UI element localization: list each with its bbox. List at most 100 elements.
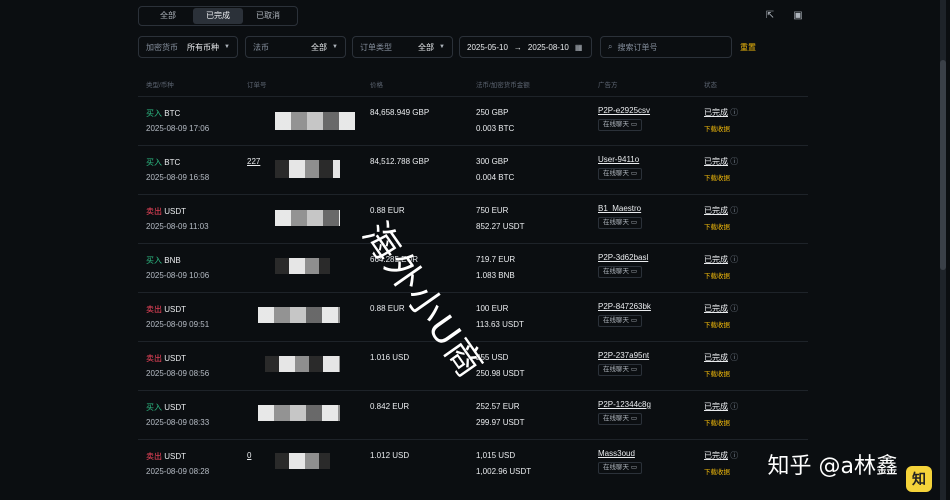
order-time: 2025-08-09 16:58 [146,173,210,182]
order-time: 2025-08-09 17:06 [146,124,210,133]
order-side: 买入 [146,256,162,265]
order-type-filter-label: 订单类型 [360,42,392,52]
chat-icon: ▭ [630,415,637,422]
chat-label: 在线聊天 [603,170,629,177]
settings-doc-icon[interactable]: ▣ [791,9,805,23]
chat-icon: ▭ [630,366,637,373]
order-time: 2025-08-09 09:51 [146,320,210,329]
order-price: 0.842 EUR [370,402,410,411]
crypto-amount: 299.97 USDT [476,418,525,427]
redaction [258,405,340,421]
counterparty: P2P-847263bk 在线聊天 ▭ [598,302,651,327]
order-price: 84,512.788 GBP [370,157,430,166]
status-link[interactable]: 已完成 [704,451,728,460]
chevron-down-icon: ▼ [332,44,338,50]
order-status: 已完成 ⓘ 下载收据 [704,156,738,182]
order-number[interactable]: 227 [247,157,260,166]
status-link[interactable]: 已完成 [704,353,728,362]
chat-button[interactable]: 在线聊天 ▭ [598,364,642,376]
order-status: 已完成 ⓘ 下载收据 [704,254,738,280]
counterparty-link[interactable]: P2P-12344c8g [598,400,651,409]
chat-button[interactable]: 在线聊天 ▭ [598,266,642,278]
download-receipt-link[interactable]: 下载收据 [704,172,738,182]
counterparty-link[interactable]: User-9411o [598,155,639,164]
date-range-filter[interactable]: 2025-05-10 → 2025-08-10 ▦ [459,36,592,58]
tab-cancelled[interactable]: 已取消 [243,8,293,24]
order-side: 卖出 [146,354,162,363]
order-coin: USDT [164,452,187,461]
download-receipt-link[interactable]: 下载收据 [704,319,738,329]
chat-button[interactable]: 在线聊天 ▭ [598,315,642,327]
info-icon[interactable]: ⓘ [730,304,738,313]
chat-icon: ▭ [630,219,637,226]
redaction [275,210,340,226]
fiat-amount: 100 EUR [476,304,509,313]
counterparty-link[interactable]: P2P-237a95nt [598,351,649,360]
info-icon[interactable]: ⓘ [730,206,738,215]
status-tabs: 全部 已完成 已取消 [138,6,298,26]
chat-label: 在线聊天 [603,121,629,128]
status-link[interactable]: 已完成 [704,108,728,117]
chat-button[interactable]: 在线聊天 ▭ [598,413,642,425]
status-link[interactable]: 已完成 [704,255,728,264]
info-icon[interactable]: ⓘ [730,255,738,264]
order-price: 1.012 USD [370,451,410,460]
fiat-amount: 719.7 EUR [476,255,516,264]
chat-label: 在线聊天 [603,415,629,422]
order-type-filter[interactable]: 订单类型 全部 ▼ [352,36,453,58]
order-status: 已完成 ⓘ 下载收据 [704,401,738,427]
chat-icon: ▭ [630,268,637,275]
status-link[interactable]: 已完成 [704,157,728,166]
table-row: 卖出 USDT 2025-08-09 11:03 0.88 EUR 750 EU… [138,194,808,243]
counterparty: P2P-3d62basl 在线聊天 ▭ [598,253,648,278]
download-receipt-link[interactable]: 下载收据 [704,270,738,280]
download-receipt-link[interactable]: 下载收据 [704,368,738,378]
status-link[interactable]: 已完成 [704,304,728,313]
download-receipt-link[interactable]: 下载收据 [704,123,738,133]
crypto-amount: 1.083 BNB [476,271,515,280]
order-side: 卖出 [146,305,162,314]
tab-completed[interactable]: 已完成 [193,8,243,24]
chat-button[interactable]: 在线聊天 ▭ [598,119,642,131]
order-coin: BNB [164,256,181,265]
status-link[interactable]: 已完成 [704,206,728,215]
chat-button[interactable]: 在线聊天 ▭ [598,168,642,180]
info-icon[interactable]: ⓘ [730,402,738,411]
order-time: 2025-08-09 08:56 [146,369,210,378]
order-search-input[interactable]: ⌕ 搜索订单号 [600,36,732,58]
info-icon[interactable]: ⓘ [730,353,738,362]
status-link[interactable]: 已完成 [704,402,728,411]
order-coin: BTC [164,158,181,167]
order-coin: USDT [164,305,187,314]
counterparty-link[interactable]: P2P-3d62basl [598,253,648,262]
brand-text: 知乎 @a林鑫 [767,454,898,479]
counterparty-link[interactable]: B1_Maestro [598,204,641,213]
reset-button[interactable]: 重置 [740,42,756,53]
scrollbar-thumb[interactable] [940,60,946,270]
table-row: 买入 USDT 2025-08-09 08:33 0.842 EUR 252.5… [138,390,808,439]
search-icon: ⌕ [608,42,613,51]
info-icon[interactable]: ⓘ [730,451,738,460]
info-icon[interactable]: ⓘ [730,108,738,117]
chat-button[interactable]: 在线聊天 ▭ [598,217,642,229]
download-receipt-link[interactable]: 下载收据 [704,466,738,476]
export-icon[interactable]: ⇱ [763,9,777,23]
table-row: 买入 BTC 2025-08-09 16:58 227 84,512.788 G… [138,145,808,194]
counterparty-link[interactable]: P2P-e2925csv [598,106,650,115]
order-side: 买入 [146,109,162,118]
info-icon[interactable]: ⓘ [730,157,738,166]
chat-button[interactable]: 在线聊天 ▭ [598,462,642,474]
chat-icon: ▭ [630,317,637,324]
tab-all[interactable]: 全部 [143,8,193,24]
order-number[interactable]: 0 [247,451,251,460]
counterparty-link[interactable]: Mass3oud [598,449,635,458]
redaction [275,112,355,130]
fiat-filter[interactable]: 法币 全部 ▼ [245,36,346,58]
redaction [265,356,340,372]
coin-filter[interactable]: 加密货币 所有币种 ▼ [138,36,238,58]
order-status: 已完成 ⓘ 下载收据 [704,303,738,329]
download-receipt-link[interactable]: 下载收据 [704,221,738,231]
fiat-filter-value: 全部 [311,42,328,52]
download-receipt-link[interactable]: 下载收据 [704,417,738,427]
counterparty-link[interactable]: P2P-847263bk [598,302,651,311]
